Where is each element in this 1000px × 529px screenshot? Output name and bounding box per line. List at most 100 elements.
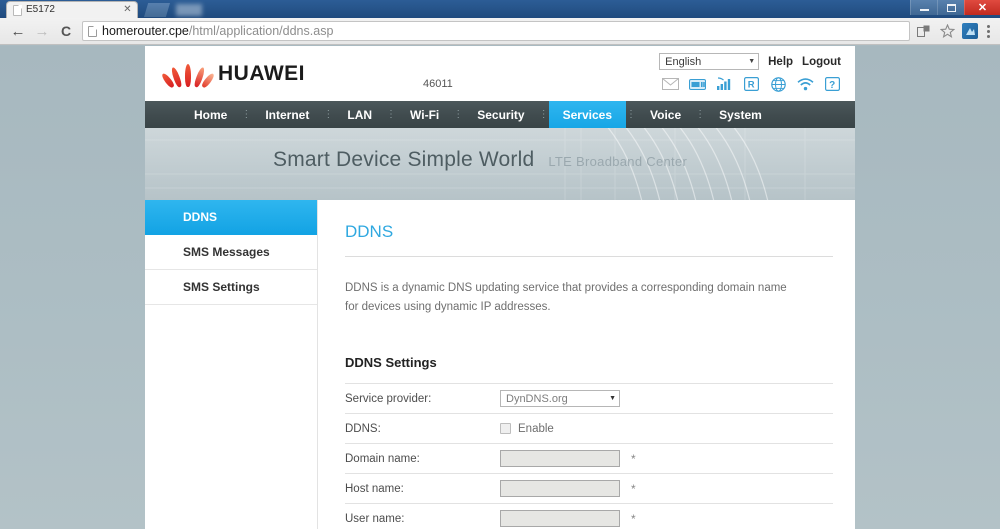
toolbar-icons bbox=[916, 23, 994, 39]
title-divider bbox=[345, 256, 833, 257]
nav-separator: ⋮ bbox=[453, 101, 463, 128]
browser-tab[interactable]: E5172 ✕ bbox=[6, 1, 138, 18]
section-title: DDNS Settings bbox=[345, 355, 833, 384]
tab-favicon-icon bbox=[13, 5, 22, 16]
language-select-value: English bbox=[665, 56, 701, 68]
header-right: English ▼ Help Logout bbox=[659, 53, 841, 92]
field-label-ddns: DDNS: bbox=[345, 423, 500, 435]
nav-separator: ⋮ bbox=[386, 101, 396, 128]
reload-button-icon[interactable]: C bbox=[54, 19, 78, 43]
nav-item-system[interactable]: System bbox=[705, 101, 776, 128]
help-link[interactable]: Help bbox=[768, 56, 793, 68]
url-path: /html/application/ddns.asp bbox=[189, 24, 334, 38]
site-header: HUAWEI 46011 English ▼ Help Logout bbox=[145, 46, 855, 101]
main-navigation: Home⋮Internet⋮LAN⋮Wi-Fi⋮Security⋮Service… bbox=[145, 101, 855, 128]
nav-separator: ⋮ bbox=[626, 101, 636, 128]
form-row-service-provider: Service provider: DynDNS.org ▼ bbox=[345, 384, 833, 414]
nav-item-services[interactable]: Services bbox=[549, 101, 626, 128]
help-icon[interactable]: ? bbox=[823, 76, 841, 92]
banner-subline: LTE Broadband Center bbox=[548, 154, 687, 169]
checkbox-ddns[interactable] bbox=[500, 423, 511, 434]
page-actions-icon[interactable] bbox=[916, 23, 932, 39]
sidebar-item-sms-settings[interactable]: SMS Settings bbox=[145, 270, 317, 305]
extension-icon[interactable] bbox=[962, 23, 978, 39]
chevron-down-icon: ▼ bbox=[748, 58, 755, 65]
router-admin-page: HUAWEI 46011 English ▼ Help Logout bbox=[145, 46, 855, 529]
tab-title: E5172 bbox=[26, 3, 118, 17]
nav-item-voice[interactable]: Voice bbox=[636, 101, 695, 128]
form-row-user-name: User name: * bbox=[345, 504, 833, 529]
mail-icon[interactable] bbox=[661, 76, 679, 92]
url-host: homerouter.cpe bbox=[102, 24, 189, 38]
browser-titlebar: E5172 ✕ ✕ bbox=[0, 0, 1000, 18]
signal-icon[interactable] bbox=[715, 76, 733, 92]
field-label-domain-name: Domain name: bbox=[345, 453, 500, 465]
usb-icon[interactable] bbox=[688, 76, 706, 92]
header-controls: English ▼ Help Logout bbox=[659, 53, 841, 70]
nav-item-lan[interactable]: LAN bbox=[333, 101, 386, 128]
field-input-host-name[interactable] bbox=[500, 480, 620, 497]
field-select-service-provider[interactable]: DynDNS.org ▼ bbox=[500, 390, 620, 407]
window-close-button[interactable]: ✕ bbox=[964, 0, 1000, 15]
required-marker: * bbox=[631, 485, 636, 493]
field-label-user-name: User name: bbox=[345, 513, 500, 525]
wifi-icon[interactable] bbox=[796, 76, 814, 92]
field-input-domain-name[interactable] bbox=[500, 450, 620, 467]
browser-toolbar: ← → C homerouter.cpe/html/application/dd… bbox=[0, 18, 1000, 45]
nav-item-security[interactable]: Security bbox=[463, 101, 538, 128]
required-marker: * bbox=[631, 515, 636, 523]
huawei-flower-icon bbox=[167, 61, 209, 87]
sidebar: DDNSSMS MessagesSMS Settings bbox=[145, 200, 318, 529]
nav-separator: ⋮ bbox=[695, 101, 705, 128]
page-title: DDNS bbox=[345, 222, 833, 242]
field-label-service-provider: Service provider: bbox=[345, 393, 500, 405]
banner-text: Smart Device Simple World LTE Broadband … bbox=[273, 148, 687, 172]
form-row-domain-name: Domain name: * bbox=[345, 444, 833, 474]
browser-menu-button[interactable] bbox=[985, 25, 992, 38]
content-panel: DDNSSMS MessagesSMS Settings DDNS DDNS i… bbox=[145, 200, 855, 529]
form-row-host-name: Host name: * bbox=[345, 474, 833, 504]
roaming-icon[interactable]: R bbox=[742, 76, 760, 92]
svg-text:?: ? bbox=[829, 80, 835, 91]
window-controls: ✕ bbox=[910, 0, 1000, 18]
sidebar-item-sms-messages[interactable]: SMS Messages bbox=[145, 235, 317, 270]
address-bar[interactable]: homerouter.cpe/html/application/ddns.asp bbox=[82, 21, 910, 41]
marketing-banner: Smart Device Simple World LTE Broadband … bbox=[145, 128, 855, 200]
device-code: 46011 bbox=[423, 78, 453, 90]
language-select[interactable]: English ▼ bbox=[659, 53, 759, 70]
window-maximize-button[interactable] bbox=[937, 0, 964, 15]
status-icon-bar: R ? bbox=[661, 76, 841, 92]
brand-name: HUAWEI bbox=[218, 62, 305, 86]
page-info-icon[interactable] bbox=[88, 26, 97, 37]
svg-text:R: R bbox=[747, 80, 754, 91]
required-marker: * bbox=[631, 455, 636, 463]
field-checkbox-wrap-ddns[interactable]: Enable bbox=[500, 423, 554, 435]
field-label-host-name: Host name: bbox=[345, 483, 500, 495]
checkbox-label-ddns: Enable bbox=[518, 423, 554, 435]
main-content: DDNS DDNS is a dynamic DNS updating serv… bbox=[318, 200, 855, 529]
logout-link[interactable]: Logout bbox=[802, 56, 841, 68]
tab-strip-decoration bbox=[176, 4, 202, 16]
banner-headline: Smart Device Simple World bbox=[273, 148, 534, 172]
field-input-user-name[interactable] bbox=[500, 510, 620, 527]
globe-icon[interactable] bbox=[769, 76, 787, 92]
address-bar-url: homerouter.cpe/html/application/ddns.asp bbox=[102, 24, 333, 38]
page-description: DDNS is a dynamic DNS updating service t… bbox=[345, 279, 790, 317]
new-tab-button[interactable] bbox=[144, 3, 170, 17]
form-row-ddns: DDNS: Enable bbox=[345, 414, 833, 444]
nav-separator: ⋮ bbox=[539, 101, 549, 128]
nav-item-wi-fi[interactable]: Wi-Fi bbox=[396, 101, 453, 128]
field-select-value-service-provider: DynDNS.org bbox=[506, 393, 568, 405]
brand-logo: HUAWEI bbox=[167, 61, 305, 87]
ddns-settings-form: Service provider:DynDNS.org▼DDNS:EnableD… bbox=[345, 384, 833, 529]
nav-separator: ⋮ bbox=[323, 101, 333, 128]
chevron-down-icon: ▼ bbox=[609, 395, 616, 402]
nav-item-home[interactable]: Home bbox=[180, 101, 241, 128]
nav-item-internet[interactable]: Internet bbox=[251, 101, 323, 128]
bookmark-star-icon[interactable] bbox=[939, 23, 955, 39]
page-viewport: HUAWEI 46011 English ▼ Help Logout bbox=[0, 46, 1000, 529]
back-button-icon[interactable]: ← bbox=[6, 19, 30, 43]
window-minimize-button[interactable] bbox=[910, 0, 937, 15]
tab-close-icon[interactable]: ✕ bbox=[122, 5, 133, 15]
sidebar-item-ddns[interactable]: DDNS bbox=[145, 200, 317, 235]
